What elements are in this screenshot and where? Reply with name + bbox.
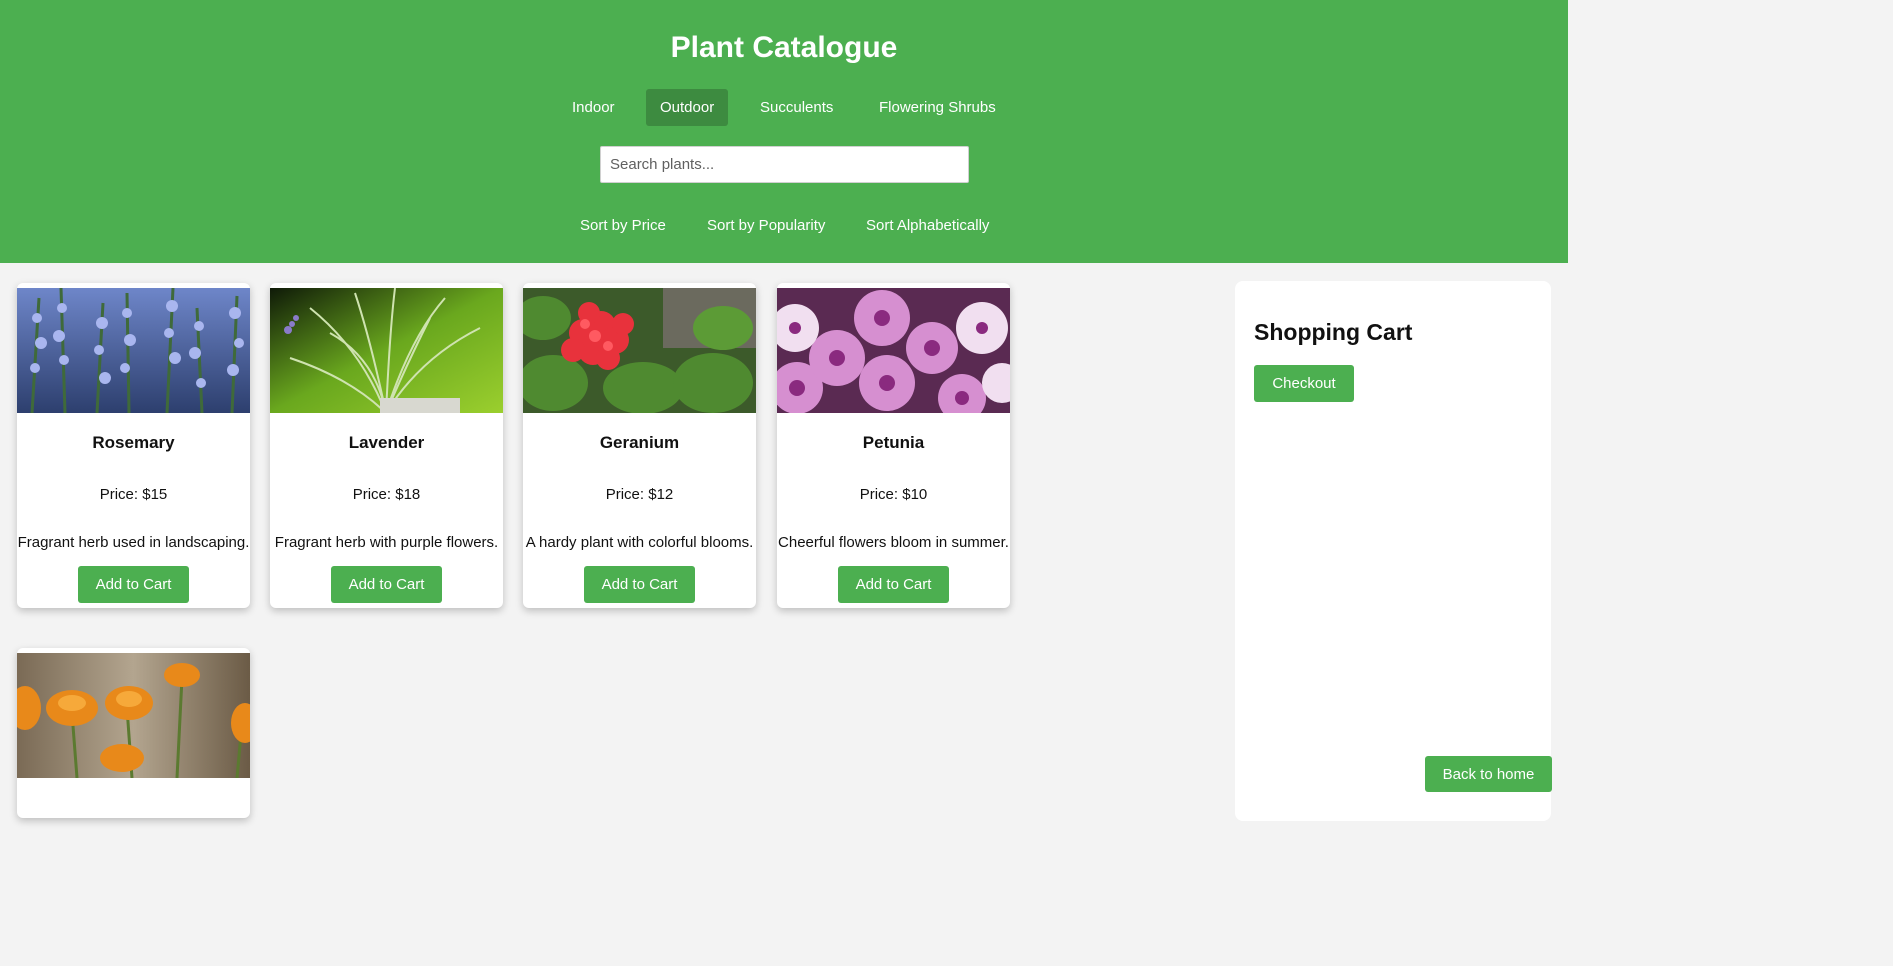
product-name: Rosemary bbox=[92, 433, 175, 452]
tab-succulents[interactable]: Succulents bbox=[746, 89, 847, 126]
shopping-cart-panel: Shopping Cart Checkout bbox=[1235, 281, 1551, 821]
add-to-cart-button[interactable]: Add to Cart bbox=[78, 566, 189, 603]
marigold-image bbox=[17, 653, 250, 778]
sort-by-popularity-button[interactable]: Sort by Popularity bbox=[707, 210, 825, 242]
product-price: Price: $15 bbox=[99, 486, 168, 503]
page-title: Plant Catalogue bbox=[670, 31, 898, 64]
product-price: Price: $10 bbox=[859, 486, 928, 503]
add-to-cart-button[interactable]: Add to Cart bbox=[838, 566, 949, 603]
product-description: Cheerful flowers bloom in summer. bbox=[778, 534, 1009, 551]
cart-title: Shopping Cart bbox=[1254, 319, 1413, 345]
tab-indoor[interactable]: Indoor bbox=[558, 89, 629, 126]
product-price: Price: $18 bbox=[352, 486, 421, 503]
tab-flowering-shrubs[interactable]: Flowering Shrubs bbox=[865, 89, 1010, 126]
add-to-cart-button[interactable]: Add to Cart bbox=[584, 566, 695, 603]
petunia-image bbox=[777, 288, 1010, 413]
add-to-cart-button[interactable]: Add to Cart bbox=[331, 566, 442, 603]
sort-by-price-button[interactable]: Sort by Price bbox=[580, 210, 666, 242]
checkout-button[interactable]: Checkout bbox=[1254, 365, 1354, 402]
product-name: Petunia bbox=[862, 433, 925, 452]
tab-outdoor[interactable]: Outdoor bbox=[646, 89, 729, 126]
product-description: Fragrant herb with purple flowers. bbox=[274, 534, 499, 551]
lavender-image bbox=[270, 288, 503, 413]
product-card-geranium: Geranium Price: $12 A hardy plant with c… bbox=[523, 283, 756, 608]
catalogue-header: Plant Catalogue Indoor Outdoor Succulent… bbox=[0, 0, 1568, 263]
back-to-home-button[interactable]: Back to home bbox=[1425, 756, 1552, 792]
product-price: Price: $12 bbox=[605, 486, 674, 503]
rosemary-image bbox=[17, 288, 250, 413]
product-card-marigold bbox=[17, 648, 250, 818]
product-card-petunia: Petunia Price: $10 Cheerful flowers bloo… bbox=[777, 283, 1010, 608]
geranium-image bbox=[523, 288, 756, 413]
product-card-rosemary: Rosemary Price: $15 Fragrant herb used i… bbox=[17, 283, 250, 608]
product-name: Geranium bbox=[599, 433, 680, 452]
sort-alphabetically-button[interactable]: Sort Alphabetically bbox=[866, 210, 989, 242]
product-name: Lavender bbox=[348, 433, 425, 452]
product-description: Fragrant herb used in landscaping. bbox=[17, 534, 250, 551]
search-input[interactable] bbox=[600, 146, 969, 183]
product-card-lavender: Lavender Price: $18 Fragrant herb with p… bbox=[270, 283, 503, 608]
product-description: A hardy plant with colorful blooms. bbox=[525, 534, 754, 551]
